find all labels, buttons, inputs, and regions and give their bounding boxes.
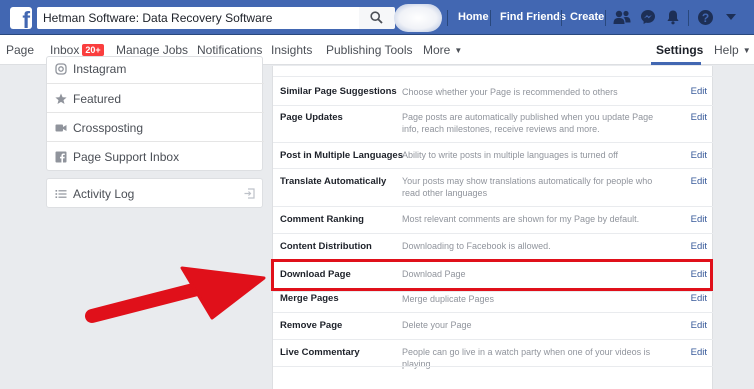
annotation-arrow-icon xyxy=(85,266,266,323)
